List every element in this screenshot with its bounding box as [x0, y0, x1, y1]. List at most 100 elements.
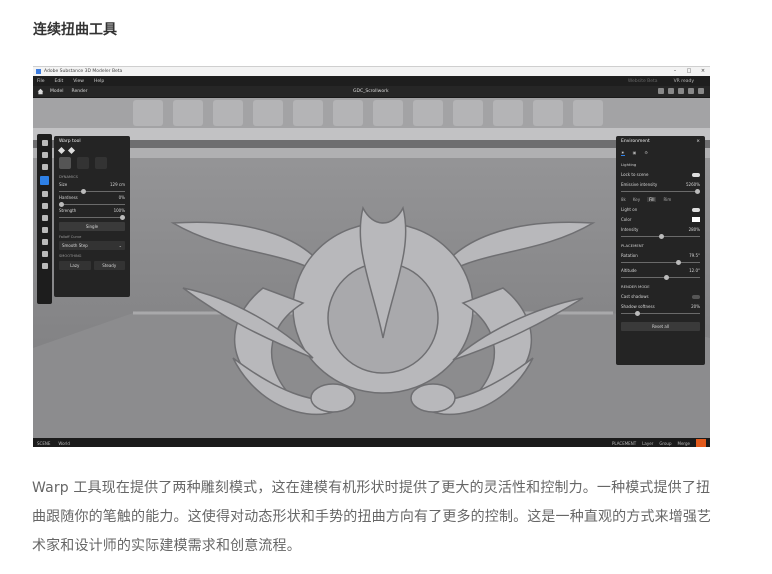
vr-status: VR ready: [673, 78, 694, 84]
altitude-label: Altitude: [621, 268, 637, 273]
redo-icon[interactable]: [668, 88, 674, 94]
pen-tool-icon[interactable]: [41, 164, 48, 170]
rotation-slider[interactable]: [621, 260, 700, 265]
intensity-slider[interactable]: [621, 234, 700, 239]
brush-tool-icon[interactable]: [41, 263, 48, 269]
section-label: RENDER MODE: [621, 284, 650, 289]
website-link[interactable]: Website Beta: [628, 79, 658, 84]
mode-stroke-icon[interactable]: [95, 157, 107, 169]
vr-icon[interactable]: [698, 88, 704, 94]
brush-b-icon[interactable]: [67, 146, 76, 155]
status-bar: SCENE World PLACEMENT Layer Group Merge: [33, 438, 710, 447]
tab-settings-icon[interactable]: ⚙: [644, 150, 648, 156]
modeler-screenshot: Adobe Substance 3D Modeler Beta – □ × Fi…: [33, 66, 710, 447]
maximize-button[interactable]: □: [682, 67, 696, 76]
menu-help[interactable]: Help: [94, 79, 104, 84]
group-button[interactable]: Group: [659, 441, 671, 446]
size-value: 129 cm: [109, 182, 125, 187]
menu-view[interactable]: View: [73, 79, 84, 84]
light-rim[interactable]: Rim: [663, 197, 671, 202]
rotation-value: 79.5°: [689, 253, 700, 258]
article-paragraph: Warp 工具现在提供了两种雕刻模式，这在建模有机形状时提供了更大的灵活性和控制…: [32, 480, 712, 554]
3d-viewport[interactable]: Warp tool DYNAMICS Size 129 cm Hardness 0%…: [33, 98, 710, 438]
single-button[interactable]: Single: [59, 222, 125, 231]
falloff-select[interactable]: Smooth Step ⌄: [59, 241, 125, 250]
paint-tool-icon[interactable]: [41, 251, 48, 257]
world-label[interactable]: World: [58, 441, 69, 446]
softness-label: Shadow softness: [621, 304, 655, 309]
steady-button[interactable]: Steady: [93, 261, 125, 270]
lock-toggle[interactable]: [692, 172, 700, 177]
warp-tool-icon[interactable]: [40, 176, 49, 185]
mode-cube-icon[interactable]: [77, 157, 89, 169]
hardness-value: 0%: [118, 195, 125, 200]
softness-slider[interactable]: [621, 311, 700, 316]
rotation-label: Rotation: [621, 253, 638, 258]
altitude-value: 12.0°: [689, 268, 700, 273]
menu-file[interactable]: File: [37, 79, 45, 84]
section-heading: 连续扭曲工具: [33, 22, 117, 38]
lock-label: Lock to scene: [621, 172, 649, 177]
light-fill[interactable]: Fill: [647, 197, 657, 202]
emissive-label: Emissive intensity: [621, 182, 658, 187]
environment-panel: Environment × ☀ ▣ ⚙ Lighting Lock to scene …: [616, 136, 705, 365]
select-tool-icon[interactable]: [41, 140, 48, 146]
placement-label: PLACEMENT: [612, 440, 637, 446]
menu-bar: File Edit View Help Website Beta VR read…: [33, 76, 710, 86]
erase-tool-icon[interactable]: [41, 227, 48, 233]
brush-a-icon[interactable]: [57, 146, 66, 155]
cut-tool-icon[interactable]: [41, 215, 48, 221]
scrollwork-model: [33, 98, 710, 438]
tab-model[interactable]: Model: [50, 89, 64, 94]
window-titlebar: Adobe Substance 3D Modeler Beta – □ ×: [33, 67, 710, 76]
intensity-value: 280%: [688, 227, 700, 232]
inflate-tool-icon[interactable]: [41, 203, 48, 209]
layer-button[interactable]: Layer: [642, 441, 653, 446]
move-tool-icon[interactable]: [41, 239, 48, 245]
close-button[interactable]: ×: [696, 67, 710, 76]
close-icon[interactable]: ×: [696, 139, 700, 144]
app-logo-icon: [36, 69, 41, 74]
mode-tabs: Model Render GDC_Scrollwork: [33, 86, 710, 98]
section-label: DYNAMICS: [59, 175, 78, 179]
hardness-slider[interactable]: [59, 202, 125, 207]
strength-slider[interactable]: [59, 215, 125, 220]
document-name: GDC_Scrollwork: [353, 89, 389, 94]
undo-icon[interactable]: [658, 88, 664, 94]
settings-icon[interactable]: [678, 88, 684, 94]
window-title: Adobe Substance 3D Modeler Beta: [44, 69, 123, 74]
color-label: Color: [621, 217, 632, 222]
emissive-slider[interactable]: [621, 189, 700, 194]
tab-image-icon[interactable]: ▣: [633, 150, 637, 156]
falloff-value: Smooth Step: [62, 243, 88, 248]
tool-strip: [37, 134, 52, 304]
tab-render[interactable]: Render: [72, 89, 88, 94]
home-icon[interactable]: [37, 88, 44, 95]
mode-continuous-icon[interactable]: [59, 157, 71, 169]
menu-edit[interactable]: Edit: [55, 79, 64, 84]
clay-tool-icon[interactable]: [41, 152, 48, 158]
size-slider[interactable]: [59, 189, 125, 194]
section-label: Lighting: [621, 162, 637, 167]
light-on-label: Light on: [621, 207, 638, 212]
color-swatch[interactable]: [692, 217, 700, 222]
panel-title: Environment: [621, 139, 650, 144]
panel-title: Warp tool: [59, 139, 81, 144]
light-on-toggle[interactable]: [692, 207, 700, 212]
light-8k[interactable]: 8k: [621, 197, 626, 202]
strength-value: 100%: [113, 208, 125, 213]
minimize-button[interactable]: –: [668, 67, 682, 76]
scene-label[interactable]: SCENE: [37, 441, 50, 446]
camera-icon[interactable]: [688, 88, 694, 94]
light-key[interactable]: Key: [633, 197, 640, 202]
altitude-slider[interactable]: [621, 275, 700, 280]
lazy-button[interactable]: Lazy: [59, 261, 91, 270]
reset-all-button[interactable]: Reset all: [621, 322, 700, 331]
shadows-toggle[interactable]: [692, 294, 700, 299]
hardness-label: Hardness: [59, 195, 78, 200]
section-label: SMOOTHING: [59, 254, 82, 258]
tab-light-icon[interactable]: ☀: [621, 150, 625, 156]
smooth-tool-icon[interactable]: [41, 191, 48, 197]
section-label: PLACEMENT: [621, 243, 644, 248]
merge-button[interactable]: Merge: [678, 441, 691, 446]
